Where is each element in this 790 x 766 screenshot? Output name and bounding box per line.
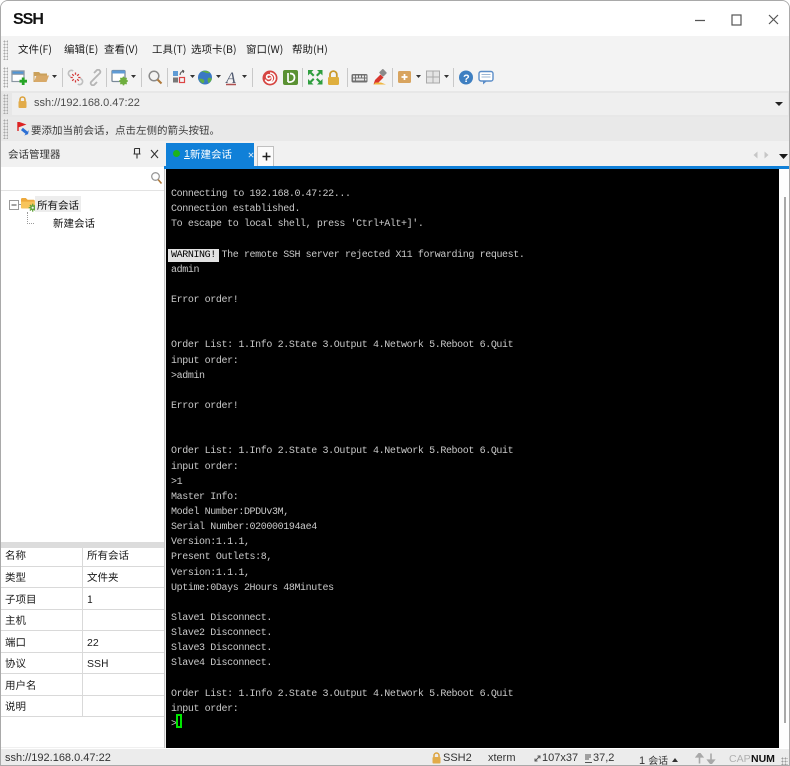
svg-text:?: ? bbox=[463, 73, 470, 85]
svg-text:A: A bbox=[225, 70, 236, 86]
